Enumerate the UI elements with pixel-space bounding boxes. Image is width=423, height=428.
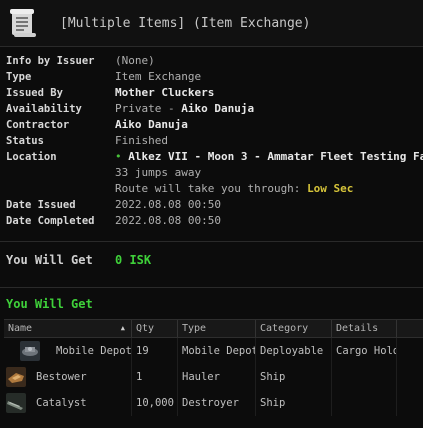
info-value: • Alkez VII - Moon 3 - Ammatar Fleet Tes…: [115, 149, 423, 165]
info-row-availability: Availability Private - Aiko Danuja: [6, 101, 423, 117]
column-header-spacer: [397, 320, 423, 337]
item-category: Ship: [256, 364, 332, 390]
bestower-ship-icon: [6, 367, 26, 387]
item-type: Mobile Depot: [178, 338, 256, 364]
info-label: Date Completed: [6, 215, 95, 227]
availability-prefix: Private -: [115, 102, 182, 115]
info-label: Contractor: [6, 119, 70, 131]
info-value: Private - Aiko Danuja: [115, 101, 254, 117]
info-value: 2022.08.08 00:50: [115, 214, 221, 227]
item-qty: 1: [132, 364, 178, 390]
item-qty: 10,000: [132, 390, 178, 416]
window-title: [Multiple Items] (Item Exchange): [60, 16, 311, 31]
info-label: Type: [6, 71, 32, 83]
sort-ascending-icon: ▲: [120, 324, 125, 332]
info-label: Info by Issuer: [6, 55, 95, 67]
table-header: Name ▲ Qty Type Category Details: [4, 319, 423, 338]
column-label: Details: [336, 323, 379, 334]
issuer-link[interactable]: Mother Cluckers: [115, 85, 214, 101]
info-row-status: Status Finished: [6, 133, 423, 149]
info-row-date-issued: Date Issued 2022.08.08 00:50: [6, 197, 423, 213]
security-dot-icon: •: [115, 150, 122, 163]
item-name-cell: Catalyst: [4, 390, 132, 416]
table-row[interactable]: Mobile Depot 19 Mobile Depot Deployable …: [4, 338, 423, 364]
info-label: Location: [6, 151, 57, 163]
info-value: 33 jumps away: [115, 166, 202, 179]
info-value: Finished: [115, 134, 168, 147]
info-label: Issued By: [6, 87, 63, 99]
column-header-category[interactable]: Category: [256, 320, 332, 337]
column-label: Type: [182, 323, 207, 334]
table-row[interactable]: Catalyst 10,000 Destroyer Ship: [4, 390, 423, 416]
item-name: Catalyst: [36, 397, 87, 409]
column-label: Qty: [136, 323, 155, 334]
info-label: Status: [6, 135, 44, 147]
info-value: (None): [115, 54, 155, 67]
contract-scroll-icon: [10, 9, 36, 37]
divider: [0, 241, 423, 242]
route-prefix: Route will take you through:: [115, 182, 308, 195]
item-details: Cargo Hold: [332, 338, 397, 364]
mobile-depot-icon: [20, 341, 40, 361]
availability-character-link[interactable]: Aiko Danuja: [181, 102, 254, 115]
info-row-route: Route will take you through: Low Sec: [6, 181, 423, 197]
contract-info: Info by Issuer (None) Type Item Exchange…: [6, 53, 423, 229]
item-name: Mobile Depot: [56, 345, 132, 357]
info-row-jumps: 33 jumps away: [6, 165, 423, 181]
divider: [0, 287, 423, 288]
info-label: Availability: [6, 103, 82, 115]
column-header-qty[interactable]: Qty: [132, 320, 178, 337]
row-spacer: [397, 364, 423, 390]
info-value: 2022.08.08 00:50: [115, 198, 221, 211]
info-value: Item Exchange: [115, 70, 202, 83]
item-type: Hauler: [178, 364, 256, 390]
title-bar: [Multiple Items] (Item Exchange): [0, 0, 423, 47]
column-label: Name: [8, 323, 33, 334]
low-sec-warning: Low Sec: [307, 182, 354, 195]
column-header-details[interactable]: Details: [332, 320, 397, 337]
info-row-type: Type Item Exchange: [6, 69, 423, 85]
info-value: Route will take you through: Low Sec: [115, 181, 353, 197]
row-spacer: [397, 390, 423, 416]
you-will-get-isk-value: 0 ISK: [115, 253, 152, 267]
items-table: Name ▲ Qty Type Category Details Mobile …: [4, 319, 423, 416]
item-name-cell: Mobile Depot: [4, 338, 132, 364]
you-will-get-isk-label: You Will Get: [6, 253, 93, 267]
info-row-location: Location • Alkez VII - Moon 3 - Ammatar …: [6, 149, 423, 165]
column-header-name[interactable]: Name ▲: [4, 320, 132, 337]
item-details: [332, 390, 397, 416]
info-label: [6, 165, 115, 181]
item-category: Deployable: [256, 338, 332, 364]
item-details: [332, 364, 397, 390]
contractor-link[interactable]: Aiko Danuja: [115, 117, 188, 133]
location-link[interactable]: Alkez VII - Moon 3 - Ammatar Fleet Testi…: [128, 150, 423, 163]
info-row-date-completed: Date Completed 2022.08.08 00:50: [6, 213, 423, 229]
item-name-cell: Bestower: [4, 364, 132, 390]
item-name: Bestower: [36, 371, 87, 383]
info-label: Date Issued: [6, 199, 76, 211]
info-row-issued-by: Issued By Mother Cluckers: [6, 85, 423, 101]
table-row[interactable]: Bestower 1 Hauler Ship: [4, 364, 423, 390]
item-type: Destroyer: [178, 390, 256, 416]
row-spacer: [397, 338, 423, 364]
items-section-header: You Will Get: [6, 297, 93, 311]
catalyst-ship-icon: [6, 393, 26, 413]
info-label: [6, 181, 115, 197]
item-category: Ship: [256, 390, 332, 416]
info-row-contractor: Contractor Aiko Danuja: [6, 117, 423, 133]
info-row-issuer-info: Info by Issuer (None): [6, 53, 423, 69]
column-header-type[interactable]: Type: [178, 320, 256, 337]
column-label: Category: [260, 323, 309, 334]
item-qty: 19: [132, 338, 178, 364]
